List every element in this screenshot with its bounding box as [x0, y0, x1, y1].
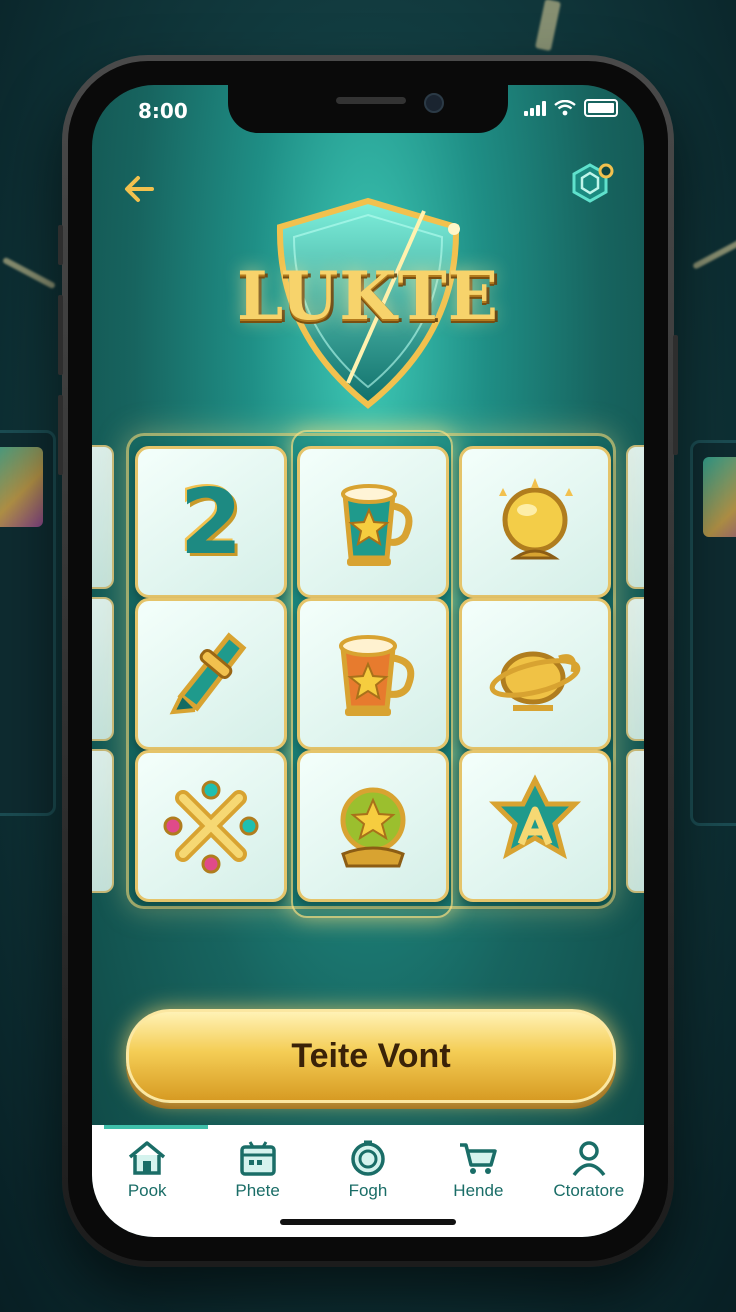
star-emblem-icon — [488, 774, 582, 860]
gem-cross-icon — [163, 780, 259, 874]
tile-r1-c2[interactable] — [297, 446, 449, 598]
signal-icon — [524, 100, 546, 116]
settings-button[interactable] — [570, 161, 614, 205]
scroll-icon — [169, 632, 247, 715]
next-page-tile — [626, 445, 644, 589]
tile-r1-c3[interactable] — [459, 446, 611, 598]
play-button[interactable]: Teite Vont — [126, 1009, 616, 1103]
battery-icon — [584, 99, 618, 117]
back-button[interactable] — [120, 169, 160, 209]
golden-orb-icon — [499, 478, 573, 560]
tile-r3-c1[interactable] — [135, 750, 287, 902]
nav-item-pook[interactable]: Pook — [97, 1139, 197, 1201]
star-orb-icon — [340, 787, 406, 868]
number-two-icon: 2 — [179, 469, 243, 575]
orange-mug-star-icon — [339, 635, 415, 716]
golden-teapot-icon — [489, 651, 581, 711]
home-indicator[interactable] — [280, 1219, 456, 1225]
next-page-tile — [626, 749, 644, 893]
profile-icon — [572, 1141, 606, 1177]
tile-r2-c1[interactable] — [135, 598, 287, 750]
tile-r3-c3[interactable] — [459, 750, 611, 902]
nav-item-fogh[interactable]: Fogh — [318, 1139, 418, 1201]
tile-r1-c1[interactable]: 2 — [135, 446, 287, 598]
front-camera — [424, 93, 444, 113]
compass-icon — [351, 1140, 385, 1176]
mug-star-icon — [341, 484, 413, 566]
prev-page-tile — [92, 445, 114, 589]
arrow-left-icon — [125, 176, 154, 202]
nav-active-indicator — [104, 1125, 208, 1129]
nav-label: Pook — [127, 1181, 167, 1200]
wifi-icon — [554, 100, 576, 116]
nav-item-hende[interactable]: Hende — [428, 1139, 528, 1201]
calendar-icon — [239, 1141, 276, 1176]
app-screen: 8:00 LUKTE 2 Teite Vont Pook Phete Fogh … — [92, 85, 644, 1237]
cart-icon — [460, 1143, 498, 1174]
status-time: 8:00 — [138, 99, 188, 123]
nav-label: Fogh — [348, 1181, 388, 1200]
bottom-nav: Pook Phete Fogh Hende Ctoratore — [92, 1125, 644, 1237]
tile-r2-c3[interactable] — [459, 598, 611, 750]
game-logo: LUKTE — [228, 193, 508, 413]
nav-label: Hende — [453, 1181, 504, 1200]
hexagon-gear-icon — [572, 163, 614, 203]
tile-r3-c2[interactable] — [297, 750, 449, 902]
nav-label: Ctoratore — [553, 1181, 625, 1200]
nav-item-phete[interactable]: Phete — [208, 1139, 308, 1201]
notch — [228, 85, 508, 133]
tile-r2-c2[interactable] — [297, 598, 449, 750]
prev-page-tile — [92, 749, 114, 893]
phone-frame: 8:00 LUKTE 2 Teite Vont Pook Phete Fogh … — [58, 55, 678, 1267]
symbol-board: 2 — [126, 430, 616, 918]
logo-title: LUKTE — [236, 257, 500, 335]
nav-item-ctoratore[interactable]: Ctoratore — [539, 1139, 639, 1201]
next-page-tile — [626, 597, 644, 741]
status-icons — [524, 99, 618, 117]
nav-label: Phete — [235, 1181, 280, 1200]
home-icon — [129, 1141, 166, 1175]
prev-page-tile — [92, 597, 114, 741]
